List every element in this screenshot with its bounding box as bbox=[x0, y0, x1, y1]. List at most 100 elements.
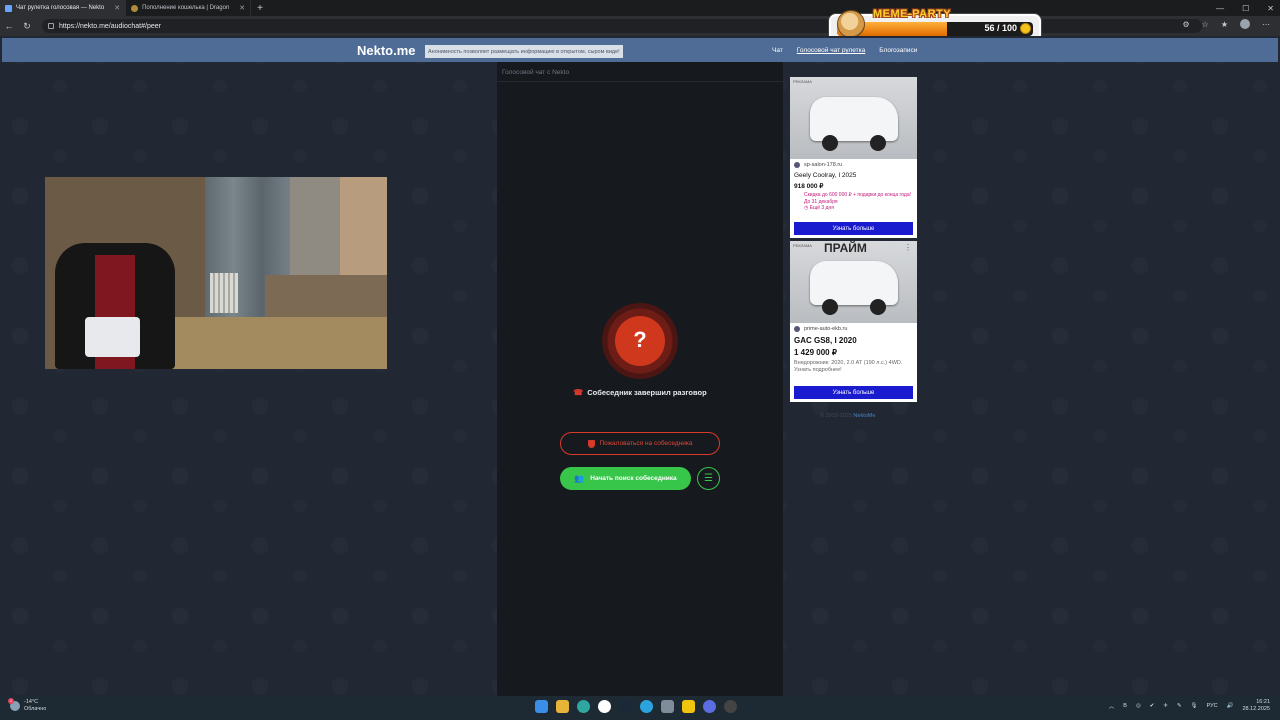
coin-icon bbox=[1020, 23, 1031, 34]
menu-item-voice-roulette[interactable]: Голосовой чат рулетка bbox=[797, 47, 865, 54]
footer-link[interactable]: NektoMe bbox=[853, 413, 875, 419]
new-tab-button[interactable]: + bbox=[257, 3, 263, 14]
ad-domain-text: prime-auto-ekb.ru bbox=[804, 326, 848, 332]
clock[interactable]: 16:21 28.12.2025 bbox=[1242, 699, 1270, 713]
close-tab-icon[interactable]: ✕ bbox=[114, 4, 120, 12]
learn-more-button[interactable]: Узнать больше bbox=[794, 222, 913, 235]
clock-date: 28.12.2025 bbox=[1242, 705, 1270, 712]
microphone-icon[interactable]: 🎙 bbox=[1191, 703, 1198, 709]
telegram-icon[interactable] bbox=[640, 700, 653, 713]
language-indicator[interactable]: РУС bbox=[1207, 703, 1218, 709]
yandex-browser-icon[interactable] bbox=[598, 700, 611, 713]
call-ended-text: Собеседник завершил разговор bbox=[587, 388, 707, 397]
recorder-icon[interactable] bbox=[724, 700, 737, 713]
close-tab-icon[interactable]: ✕ bbox=[239, 4, 245, 12]
ad-label: РЕКЛАМА bbox=[793, 243, 812, 248]
copyright-text: © 2012-2025 bbox=[820, 413, 852, 419]
page-content: Nekto.me Анонимность позволяет размещать… bbox=[0, 36, 1280, 696]
tray-chevron-icon[interactable]: ︿ bbox=[1109, 702, 1115, 710]
steam-icon[interactable] bbox=[619, 700, 632, 713]
menu-dots-icon[interactable]: ⋯ bbox=[1262, 20, 1270, 29]
weather-cloud-icon bbox=[8, 697, 20, 711]
close-window-button[interactable]: ✕ bbox=[1267, 4, 1274, 13]
tray-app-icon[interactable]: ✔ bbox=[1150, 703, 1155, 709]
weather-text: -14°C Облачно bbox=[24, 699, 46, 712]
toolbar-right: ⚙ ☆ ★ ⋯ bbox=[1182, 19, 1270, 29]
site-info-icon[interactable] bbox=[48, 23, 54, 29]
windows-start-icon[interactable] bbox=[535, 700, 548, 713]
tray-app-icon[interactable]: B bbox=[1123, 703, 1127, 709]
ad-price: 918 000 ₽ bbox=[794, 183, 824, 190]
tray-app-icon[interactable]: ✈ bbox=[1163, 703, 1168, 709]
ad-promo-timer: Ещё 3 дня bbox=[809, 205, 834, 211]
site-menu: Чат Голосовой чат рулетка Блогозаписи bbox=[772, 47, 917, 54]
tab-dragon[interactable]: Пополнение кошелька | Dragon ✕ bbox=[126, 0, 252, 16]
minimize-button[interactable]: — bbox=[1216, 4, 1224, 13]
progress-count: 56 / 100 bbox=[984, 23, 1017, 33]
shield-favicon-icon bbox=[131, 4, 139, 12]
obs-icon[interactable] bbox=[682, 700, 695, 713]
site-logo[interactable]: Nekto.me bbox=[357, 43, 416, 58]
settings-sliders-button[interactable]: ☰ bbox=[697, 467, 720, 490]
nekto-favicon-icon bbox=[5, 4, 12, 12]
ad-domain-text: sp-salon-178.ru bbox=[804, 162, 843, 168]
ad-image: РЕКЛАМА bbox=[790, 77, 917, 159]
ad-image: РЕКЛАМА ПРАЙМ ⋮ bbox=[790, 241, 917, 323]
more-options-icon[interactable]: ⋮ bbox=[904, 243, 912, 252]
report-peer-button[interactable]: Пожаловаться на собеседника bbox=[560, 432, 720, 455]
footer-copyright: © 2012-2025 NektoMe bbox=[820, 413, 875, 419]
reload-icon[interactable]: ↻ bbox=[18, 21, 36, 32]
ad-title: Geely Coolray, I 2025 bbox=[794, 172, 857, 179]
ad-description: Внедорожник: 2020, 2.0 AT (190 л.с.) 4WD… bbox=[794, 360, 903, 374]
back-arrow-icon[interactable]: ← bbox=[0, 21, 18, 31]
ad-title: GAC GS8, I 2020 bbox=[794, 336, 857, 345]
window-controls: — ☐ ✕ bbox=[1216, 0, 1274, 16]
car-image bbox=[810, 97, 898, 151]
tray-app-icon[interactable]: ✎ bbox=[1177, 703, 1182, 709]
overlay-title: MEME-PARTY bbox=[873, 8, 952, 20]
bookmark-star-icon[interactable]: ☆ bbox=[1202, 20, 1209, 29]
user-search-icon: 👥 bbox=[574, 474, 585, 483]
app-icon[interactable] bbox=[703, 700, 716, 713]
call-ended-status: ☎ Собеседник завершил разговор bbox=[497, 388, 783, 397]
question-mark-icon: ? bbox=[602, 303, 678, 379]
favorites-icon[interactable]: ★ bbox=[1221, 20, 1228, 29]
extensions-icon[interactable]: ⚙ bbox=[1182, 20, 1189, 29]
ad-card-geely[interactable]: РЕКЛАМА sp-salon-178.ru Geely Coolray, I… bbox=[790, 77, 917, 238]
clock-time: 16:21 bbox=[1256, 699, 1270, 705]
tab-title: Чат рулетка голосовая — Nekto bbox=[16, 5, 105, 11]
clock-icon: ◷ bbox=[804, 205, 809, 211]
windows-taskbar: -14°CОблачно ︿ B ◎ ✔ ✈ ✎ 🎙 РУС 🔊 16:21 2… bbox=[0, 696, 1280, 720]
weather-widget[interactable]: -14°CОблачно bbox=[8, 697, 46, 712]
ad-domain: prime-auto-ekb.ru bbox=[790, 323, 917, 332]
domain-icon bbox=[794, 326, 800, 332]
search-label: Начать поиск собеседника bbox=[590, 475, 677, 482]
car-image bbox=[810, 261, 898, 315]
avatar[interactable] bbox=[1240, 19, 1250, 29]
url-text: https://nekto.me/audiochat#/peer bbox=[59, 22, 161, 30]
menu-item-blog[interactable]: Блогозаписи bbox=[879, 47, 917, 54]
menu-item-chat[interactable]: Чат bbox=[772, 47, 783, 54]
tab-nekto[interactable]: Чат рулетка голосовая — Nekto ✕ bbox=[0, 0, 127, 16]
ad-card-gac[interactable]: РЕКЛАМА ПРАЙМ ⋮ prime-auto-ekb.ru GAC GS… bbox=[790, 241, 917, 402]
ad-brand: ПРАЙМ bbox=[824, 241, 867, 255]
tray-app-icon[interactable]: ◎ bbox=[1136, 703, 1141, 709]
taskbar-apps bbox=[535, 700, 737, 713]
doge-icon bbox=[837, 10, 865, 38]
video-floor bbox=[145, 317, 387, 369]
start-search-button[interactable]: 👥 Начать поиск собеседника bbox=[560, 467, 691, 490]
settings-gear-icon[interactable] bbox=[661, 700, 674, 713]
volume-icon[interactable]: 🔊 bbox=[1227, 703, 1234, 709]
ad-price: 1 429 000 ₽ bbox=[794, 348, 837, 357]
video-lamp bbox=[85, 317, 140, 357]
header-notice: Анонимность позволяет размещать информац… bbox=[425, 45, 623, 58]
webcam-video bbox=[45, 177, 387, 369]
file-explorer-icon[interactable] bbox=[556, 700, 569, 713]
status-glyph: ? bbox=[633, 327, 647, 352]
maximize-button[interactable]: ☐ bbox=[1242, 4, 1249, 13]
video-sofa bbox=[265, 275, 387, 323]
tab-title: Пополнение кошелька | Dragon bbox=[142, 5, 230, 11]
edge-browser-icon[interactable] bbox=[577, 700, 590, 713]
hangup-phone-icon: ☎ bbox=[573, 388, 584, 397]
learn-more-button[interactable]: Узнать больше bbox=[794, 386, 913, 399]
